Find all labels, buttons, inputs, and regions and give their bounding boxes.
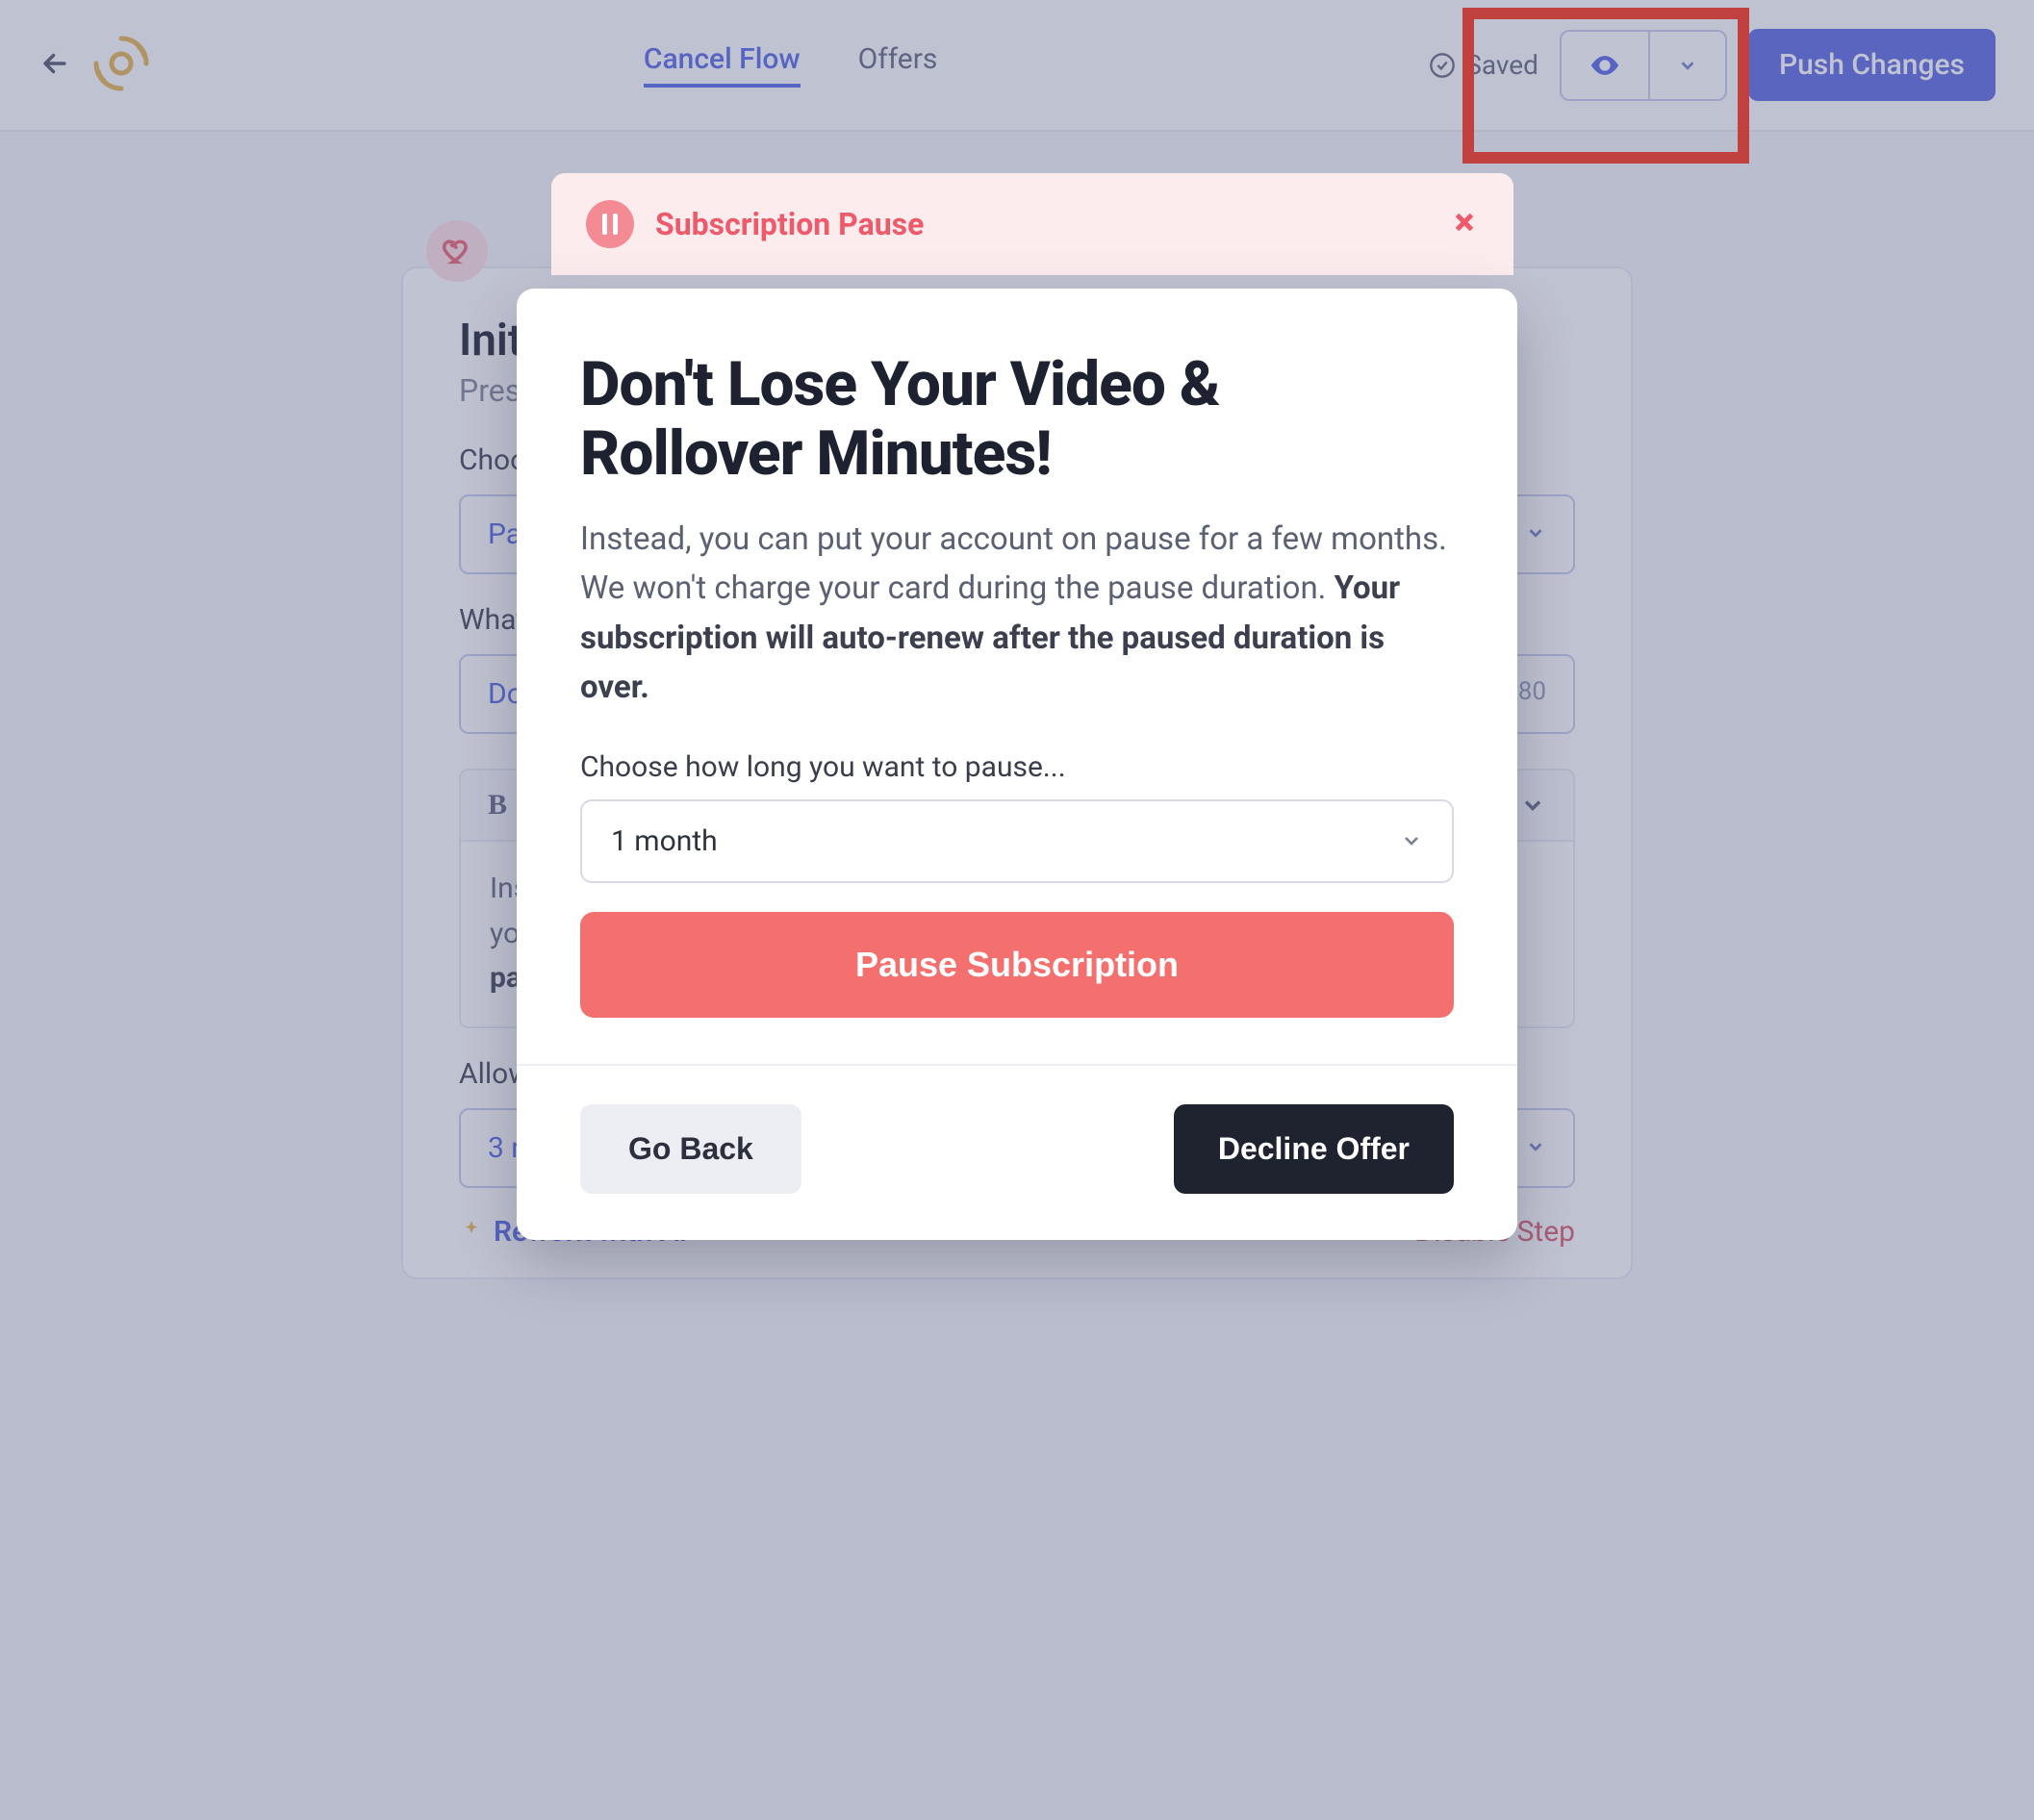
modal-stack: Subscription Pause Don't Lose Your Video… bbox=[517, 289, 1517, 1820]
modal-body: Instead, you can put your account on pau… bbox=[580, 515, 1454, 712]
modal-footer: Go Back Decline Offer bbox=[517, 1064, 1517, 1240]
pause-duration-label: Choose how long you want to pause... bbox=[580, 750, 1454, 784]
banner-close-button[interactable] bbox=[1450, 208, 1479, 240]
offer-modal: Don't Lose Your Video & Rollover Minutes… bbox=[517, 289, 1517, 1240]
chevron-down-icon bbox=[1400, 829, 1423, 852]
decline-offer-button[interactable]: Decline Offer bbox=[1174, 1104, 1454, 1194]
pause-icon bbox=[586, 200, 634, 248]
pause-duration-select[interactable]: 1 month bbox=[580, 799, 1454, 883]
modal-overlay: Subscription Pause Don't Lose Your Video… bbox=[0, 0, 2034, 1820]
modal-banner: Subscription Pause bbox=[551, 173, 1513, 275]
modal-heading: Don't Lose Your Video & Rollover Minutes… bbox=[580, 350, 1454, 488]
go-back-button[interactable]: Go Back bbox=[580, 1104, 801, 1194]
close-icon bbox=[1450, 208, 1479, 237]
pause-duration-value: 1 month bbox=[611, 824, 718, 858]
banner-title: Subscription Pause bbox=[655, 206, 924, 242]
pause-subscription-button[interactable]: Pause Subscription bbox=[580, 912, 1454, 1018]
modal-body-plain: Instead, you can put your account on pau… bbox=[580, 520, 1447, 607]
